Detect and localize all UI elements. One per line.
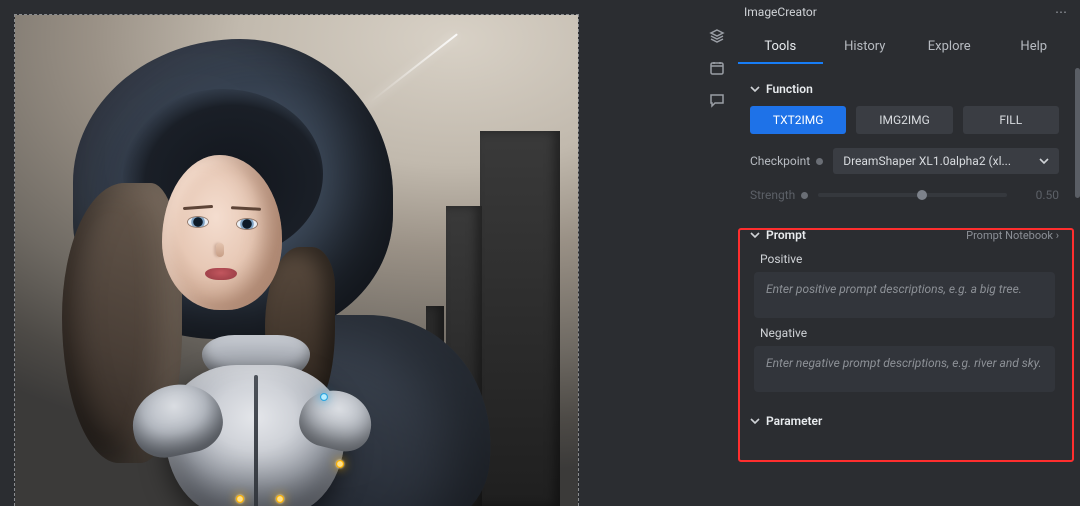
panel-header: ImageCreator ⋯ <box>734 0 1080 24</box>
checkpoint-select[interactable]: DreamShaper XL1.0alpha2 (xl... <box>833 148 1059 174</box>
section-function-title: Function <box>766 82 813 96</box>
tab-help[interactable]: Help <box>992 29 1077 64</box>
section-parameter-header[interactable]: Parameter <box>750 414 1059 428</box>
tab-tools[interactable]: Tools <box>738 29 823 64</box>
layers-icon[interactable] <box>709 28 725 44</box>
status-dot-icon <box>816 158 823 165</box>
panel-scrollbar[interactable] <box>1075 64 1080 498</box>
calendar-icon[interactable] <box>709 60 725 76</box>
tab-explore[interactable]: Explore <box>907 29 992 64</box>
panel-body: Function TXT2IMG IMG2IMG FILL Checkpoint… <box>734 64 1075 506</box>
strength-slider <box>818 193 1007 197</box>
side-panel: ImageCreator ⋯ Tools History Explore Hel… <box>734 0 1080 506</box>
panel-title: ImageCreator <box>744 5 817 19</box>
chat-icon[interactable] <box>709 92 725 108</box>
section-function-header[interactable]: Function <box>750 82 1059 96</box>
chevron-down-icon <box>750 84 760 94</box>
canvas-selection-frame[interactable] <box>14 14 579 506</box>
app-root: ImageCreator ⋯ Tools History Explore Hel… <box>0 0 1080 506</box>
canvas-area <box>0 0 700 506</box>
positive-label: Positive <box>760 252 1059 266</box>
mode-fill[interactable]: FILL <box>963 106 1059 134</box>
prompt-notebook-link[interactable]: Prompt Notebook › <box>966 229 1059 242</box>
section-prompt-header[interactable]: Prompt Prompt Notebook › <box>750 228 1059 242</box>
panel-menu-icon[interactable]: ⋯ <box>1055 5 1070 19</box>
section-parameter-title: Parameter <box>766 414 822 428</box>
strength-label: Strength <box>750 188 808 202</box>
section-prompt-title: Prompt <box>766 228 806 242</box>
mode-txt2img[interactable]: TXT2IMG <box>750 106 846 134</box>
tab-history[interactable]: History <box>823 29 908 64</box>
negative-label: Negative <box>760 326 1059 340</box>
status-dot-icon <box>801 192 808 199</box>
positive-prompt-input[interactable]: Enter positive prompt descriptions, e.g.… <box>754 272 1055 318</box>
checkpoint-row: Checkpoint DreamShaper XL1.0alpha2 (xl..… <box>750 148 1059 174</box>
negative-prompt-input[interactable]: Enter negative prompt descriptions, e.g.… <box>754 346 1055 392</box>
vertical-toolbar <box>700 0 734 506</box>
checkpoint-value: DreamShaper XL1.0alpha2 (xl... <box>843 154 1011 168</box>
mode-buttons: TXT2IMG IMG2IMG FILL <box>750 106 1059 134</box>
panel-tabs: Tools History Explore Help <box>734 24 1080 64</box>
scrollbar-thumb[interactable] <box>1075 68 1080 198</box>
chevron-down-icon <box>1039 156 1049 166</box>
strength-row: Strength 0.50 <box>750 188 1059 202</box>
generated-image <box>15 15 578 506</box>
strength-value: 0.50 <box>1017 188 1059 202</box>
chevron-down-icon <box>750 230 760 240</box>
mode-img2img[interactable]: IMG2IMG <box>856 106 952 134</box>
checkpoint-label: Checkpoint <box>750 154 823 168</box>
chevron-down-icon <box>750 416 760 426</box>
